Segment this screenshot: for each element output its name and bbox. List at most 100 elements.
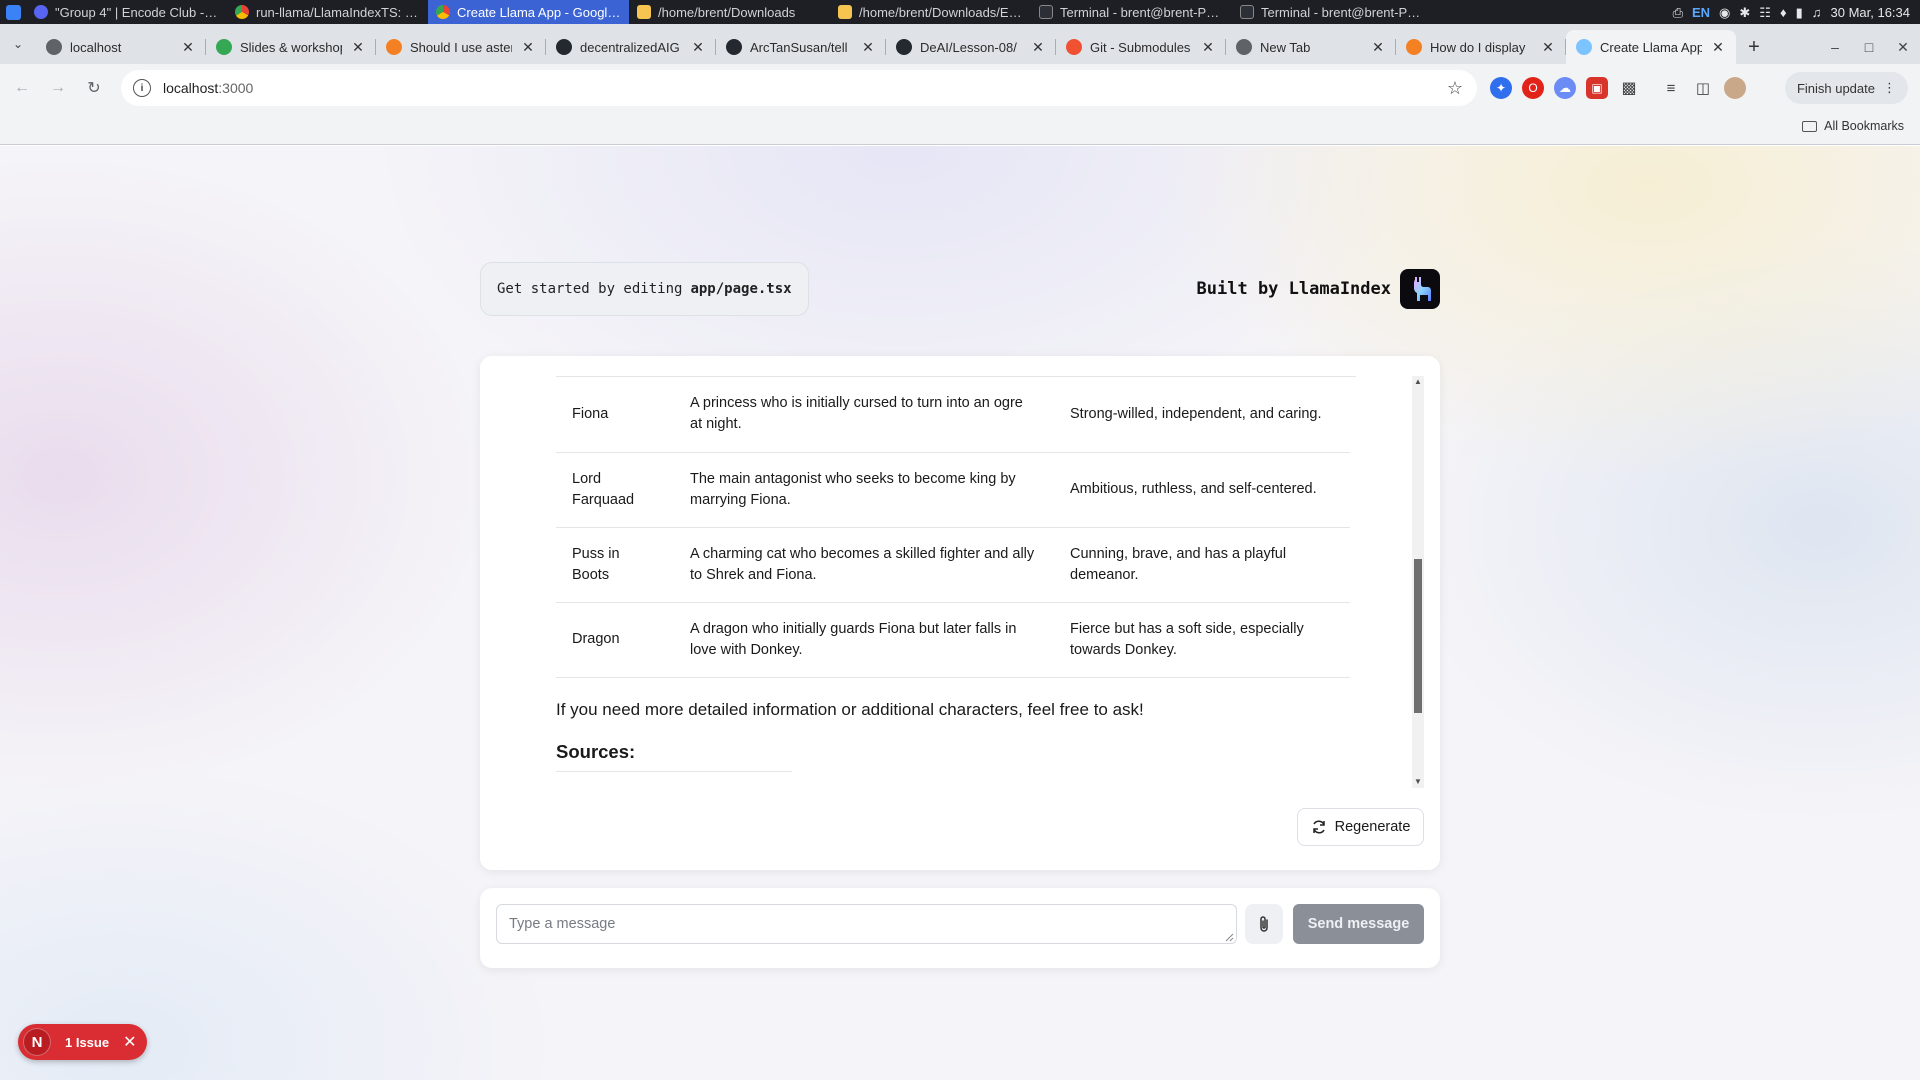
scrollbar-thumb[interactable] <box>1414 559 1422 713</box>
tab-close-icon[interactable]: ✕ <box>690 39 706 56</box>
chat-scroll-area[interactable]: Fiona A princess who is initially cursed … <box>556 376 1356 788</box>
extension-opera-icon[interactable]: O <box>1522 77 1544 99</box>
llama-logo-icon <box>1400 269 1440 309</box>
resize-grip-icon[interactable] <box>1225 933 1234 942</box>
clock[interactable]: 30 Mar, 16:34 <box>1831 5 1911 20</box>
tab-close-icon[interactable]: ✕ <box>1030 39 1046 56</box>
chat-messages-card: Fiona A princess who is initially cursed … <box>480 356 1440 870</box>
discord-icon <box>34 5 48 19</box>
profile-avatar[interactable] <box>1724 77 1746 99</box>
tab-close-icon[interactable]: ✕ <box>1540 39 1556 56</box>
tab-close-icon[interactable]: ✕ <box>520 39 536 56</box>
issues-count-label: 1 Issue <box>65 1034 110 1050</box>
stackoverflow-icon <box>1406 39 1422 55</box>
new-tab-button[interactable]: + <box>1736 30 1772 64</box>
bookmark-star-icon[interactable]: ☆ <box>1447 78 1463 99</box>
tab-close-icon[interactable]: ✕ <box>180 39 196 56</box>
browser-tab-label: Should I use asteri <box>410 39 512 55</box>
characters-table: Fiona A princess who is initially cursed … <box>556 377 1350 678</box>
taskbar-item[interactable]: run-llama/LlamaIndexTS: D... <box>227 0 428 24</box>
forward-icon[interactable]: → <box>40 70 76 106</box>
git-icon <box>1066 39 1082 55</box>
browser-tab[interactable]: DeAI/Lesson-08/ ✕ <box>886 30 1056 64</box>
printer-icon[interactable]: ⎙ <box>1673 6 1683 19</box>
regenerate-button[interactable]: Regenerate <box>1297 808 1424 846</box>
browser-tab[interactable]: Git - Submodules ✕ <box>1056 30 1226 64</box>
tab-close-icon[interactable]: ✕ <box>860 39 876 56</box>
chat-input-card: Send message <box>480 888 1440 968</box>
all-bookmarks-button[interactable]: All Bookmarks <box>1802 119 1904 133</box>
scroll-down-arrow-icon[interactable]: ▼ <box>1412 776 1424 788</box>
volume-icon[interactable]: ♫ <box>1812 6 1822 19</box>
taskbar-item-label: "Group 4" | Encode Club - D... <box>55 4 219 20</box>
all-bookmarks-label: All Bookmarks <box>1824 119 1904 133</box>
tab-close-icon[interactable]: ✕ <box>350 39 366 56</box>
maximize-icon[interactable]: □ <box>1852 39 1886 55</box>
extensions-puzzle-icon[interactable]: ▩ <box>1618 77 1640 99</box>
url-text[interactable]: localhost:3000 <box>163 80 253 96</box>
attach-file-button[interactable] <box>1245 904 1283 944</box>
address-bar[interactable]: i localhost:3000 ☆ <box>121 70 1477 106</box>
browser-tab[interactable]: decentralizedAIG ✕ <box>546 30 716 64</box>
discord-tray-icon[interactable]: ◉ <box>1719 6 1730 19</box>
close-window-icon[interactable]: ✕ <box>1886 39 1920 56</box>
taskbar-item[interactable]: /home/brent/Downloads <box>629 0 830 24</box>
taskbar-item[interactable]: "Group 4" | Encode Club - D... <box>26 0 227 24</box>
message-input[interactable] <box>496 904 1237 944</box>
sources-divider <box>556 770 792 772</box>
character-name-cell: Puss in Boots <box>556 527 674 603</box>
close-icon[interactable]: ✕ <box>123 1032 136 1052</box>
tab-close-icon[interactable]: ✕ <box>1710 39 1726 56</box>
tab-close-icon[interactable]: ✕ <box>1370 39 1386 56</box>
taskbar-item-label: /home/brent/Downloads <box>658 4 796 20</box>
browser-tab[interactable]: How do I display ✕ <box>1396 30 1566 64</box>
extension-pdf-icon[interactable]: ▣ <box>1586 77 1608 99</box>
app-launcher-icon[interactable] <box>0 0 26 24</box>
nextjs-issues-badge[interactable]: N 1 Issue ✕ <box>18 1024 147 1060</box>
extensions-area: ✦ O ☁ ▣ ▩ ≡ ◫ <box>1490 64 1746 112</box>
battery-icon[interactable]: ▮ <box>1796 6 1803 19</box>
tab-close-icon[interactable]: ✕ <box>1200 39 1216 56</box>
chat-scrollbar[interactable]: ▲ ▼ <box>1412 376 1424 788</box>
reload-icon[interactable]: ↻ <box>76 70 112 106</box>
extension-cloud-icon[interactable]: ☁ <box>1554 77 1576 99</box>
taskbar-item-label: Create Llama App - Google ... <box>457 4 621 20</box>
taskbar-item[interactable]: Terminal - brent@brent-P65... <box>1031 0 1232 24</box>
side-panel-icon[interactable]: ◫ <box>1692 77 1714 99</box>
bluetooth-icon[interactable]: ✱ <box>1739 6 1750 19</box>
built-by-link[interactable]: Built by LlamaIndex <box>1197 269 1440 309</box>
taskbar-item[interactable]: Terminal - brent@brent-P65... <box>1232 0 1433 24</box>
built-by-text: Built by LlamaIndex <box>1196 279 1391 299</box>
back-icon[interactable]: ← <box>4 70 40 106</box>
browser-tab[interactable]: localhost ✕ <box>36 30 206 64</box>
taskbar-item[interactable]: /home/brent/Downloads/En... <box>830 0 1031 24</box>
more-menu-icon[interactable]: ⋮ <box>1883 80 1896 96</box>
tab-search-chevron-icon[interactable]: ⌄ <box>0 24 36 64</box>
finish-update-button[interactable]: Finish update ⋮ <box>1784 72 1908 104</box>
send-message-button[interactable]: Send message <box>1293 904 1424 944</box>
browser-tab-label: How do I display <box>1430 39 1526 55</box>
globe-icon <box>46 39 62 55</box>
notification-bell-icon[interactable]: ♦ <box>1780 6 1787 19</box>
media-controls-icon[interactable]: ≡ <box>1660 77 1682 99</box>
minimize-icon[interactable]: – <box>1818 39 1852 55</box>
site-info-icon[interactable]: i <box>133 79 151 97</box>
system-tray: ⎙ EN ◉ ✱ ☷ ♦ ▮ ♫ 30 Mar, 16:34 <box>1673 5 1920 20</box>
browser-tab[interactable]: Slides & workshop ✕ <box>206 30 376 64</box>
character-name-cell: Fiona <box>556 377 674 453</box>
browser-tab[interactable]: Create Llama App ✕ <box>1566 30 1736 64</box>
taskbar-item-active[interactable]: Create Llama App - Google ... <box>428 0 629 24</box>
get-started-file: app/page.tsx <box>690 281 792 297</box>
folder-icon <box>637 5 651 19</box>
folder-icon <box>838 5 852 19</box>
browser-tab[interactable]: Should I use asteri ✕ <box>376 30 546 64</box>
nextjs-logo-icon: N <box>23 1028 51 1056</box>
github-icon <box>556 39 572 55</box>
scroll-up-arrow-icon[interactable]: ▲ <box>1412 376 1424 388</box>
character-description-cell: A charming cat who becomes a skilled fig… <box>674 527 1054 603</box>
extension-blue-icon[interactable]: ✦ <box>1490 77 1512 99</box>
browser-tab[interactable]: New Tab ✕ <box>1226 30 1396 64</box>
browser-tab[interactable]: ArcTanSusan/tell ✕ <box>716 30 886 64</box>
wifi-icon[interactable]: ☷ <box>1759 6 1771 19</box>
keyboard-layout-indicator[interactable]: EN <box>1692 5 1710 20</box>
